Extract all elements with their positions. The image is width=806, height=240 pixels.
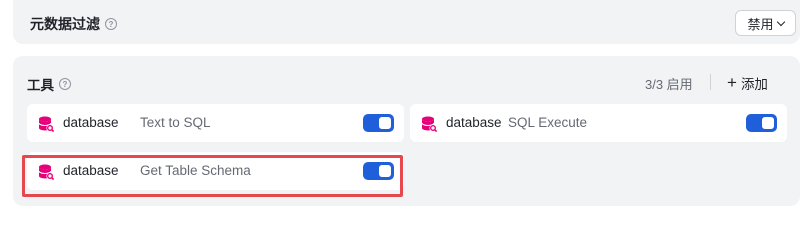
- tool-toggle[interactable]: [363, 162, 394, 180]
- tool-name: Get Table Schema: [140, 163, 251, 178]
- question-circle-icon[interactable]: ?: [59, 78, 71, 90]
- tool-item-text-to-sql[interactable]: database Text to SQL: [27, 104, 404, 142]
- tool-toggle[interactable]: [746, 114, 777, 132]
- metadata-filter-select[interactable]: 禁用: [735, 10, 796, 36]
- divider: [710, 74, 711, 90]
- tools-label: 工具: [27, 78, 54, 93]
- tool-provider: database: [446, 115, 502, 130]
- plus-icon: +: [727, 73, 737, 92]
- metadata-filter-label: 元数据过滤: [30, 16, 100, 32]
- question-circle-icon[interactable]: ?: [105, 18, 117, 30]
- toggle-knob: [379, 165, 391, 177]
- toggle-knob: [762, 117, 774, 129]
- chevron-down-icon: [776, 17, 785, 26]
- tool-item-sql-execute[interactable]: database SQL Execute: [410, 104, 787, 142]
- tools-card: 工具 ? 3/3 启用 + 添加 database Text to SQL da…: [13, 56, 800, 206]
- metadata-filter-card: 元数据过滤 ? 禁用: [13, 0, 800, 44]
- database-icon: [38, 116, 55, 133]
- tool-item-get-table-schema[interactable]: database Get Table Schema: [27, 152, 404, 190]
- metadata-filter-select-value: 禁用: [747, 16, 774, 32]
- tools-title: 工具 ?: [27, 74, 71, 94]
- tool-name: Text to SQL: [140, 115, 211, 130]
- metadata-filter-title: 元数据过滤 ?: [30, 14, 117, 34]
- tools-enabled-count: 3/3 启用: [645, 77, 693, 92]
- tool-provider: database: [63, 163, 119, 178]
- database-icon: [38, 164, 55, 181]
- tool-provider: database: [63, 115, 119, 130]
- add-tool-button[interactable]: + 添加: [727, 73, 768, 93]
- add-tool-label: 添加: [740, 77, 768, 92]
- toggle-knob: [379, 117, 391, 129]
- database-icon: [421, 116, 438, 133]
- tool-toggle[interactable]: [363, 114, 394, 132]
- tool-name: SQL Execute: [508, 115, 588, 130]
